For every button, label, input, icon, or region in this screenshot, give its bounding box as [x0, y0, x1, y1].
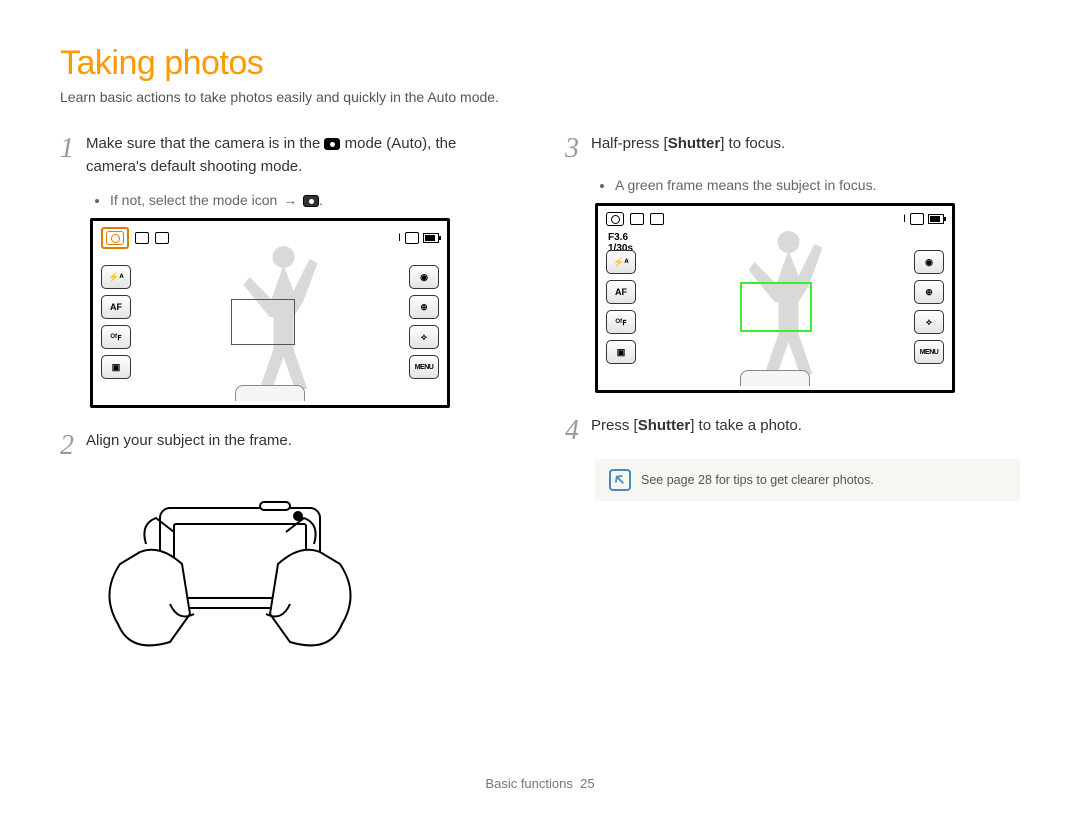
f-number: F3.6 — [608, 232, 633, 243]
step1-pre: Make sure that the camera is in the — [86, 135, 324, 152]
step1-bullet-post: . — [319, 192, 323, 208]
battery-icon-2 — [928, 214, 944, 224]
rec-button-icon-2: ◉ — [914, 250, 944, 274]
step-1: 1 Make sure that the camera is in the mo… — [60, 133, 515, 178]
step-number-4: 4 — [565, 415, 591, 445]
step4-a: Press [ — [591, 417, 638, 434]
step-2: 2 Align your subject in the frame. — [60, 430, 515, 460]
mode-icon-highlighted — [101, 227, 129, 249]
off-button-icon-2: ᴼᶠꜰ — [606, 310, 636, 334]
sd-icon-2 — [910, 213, 924, 225]
display-button-icon-2: ▣ — [606, 340, 636, 364]
step-number-1: 1 — [60, 133, 86, 178]
sd-icon — [405, 232, 419, 244]
menu-button-icon-2: MENU — [914, 340, 944, 364]
globe-button-icon: ⊕ — [409, 295, 439, 319]
step-number-3: 3 — [565, 133, 591, 163]
lcd-left-buttons-2: ⚡ᴬ AF ᴼᶠꜰ ▣ — [606, 250, 636, 364]
lcd-tray-icon-2 — [740, 370, 810, 386]
display-button-icon: ▣ — [101, 355, 131, 379]
hands-holding-camera-illustration — [100, 474, 360, 674]
step-3-bullets: A green frame means the subject in focus… — [597, 177, 1020, 193]
wifi-button-icon: ⟡ — [409, 325, 439, 349]
camera-mode-icon-small — [303, 195, 319, 207]
top-icon-3b — [650, 213, 664, 225]
step3-bullet: A green frame means the subject in focus… — [615, 177, 1020, 193]
step1-bullet: If not, select the mode icon → . — [110, 192, 515, 208]
flash-button-icon: ⚡ᴬ — [101, 265, 131, 289]
rec-button-icon: ◉ — [409, 265, 439, 289]
footer-page-number: 25 — [580, 776, 594, 791]
arrow-icon: → — [283, 192, 297, 208]
step-1-bullets: If not, select the mode icon → . — [92, 192, 515, 208]
step3-b: Shutter — [668, 135, 721, 152]
top-i-label-2: I — [903, 213, 906, 225]
step-2-text: Align your subject in the frame. — [86, 430, 515, 460]
step-1-text: Make sure that the camera is in the mode… — [86, 133, 515, 178]
top-icon-2 — [135, 232, 149, 244]
menu-button-icon: MENU — [409, 355, 439, 379]
globe-button-icon-2: ⊕ — [914, 280, 944, 304]
top-i-label: I — [398, 232, 401, 244]
wifi-button-icon-2: ⟡ — [914, 310, 944, 334]
step4-c: ] to take a photo. — [690, 417, 802, 434]
two-column-layout: 1 Make sure that the camera is in the mo… — [60, 133, 1020, 674]
page-title: Taking photos — [60, 44, 1020, 83]
camera-mode-icon — [324, 138, 340, 150]
camera-lcd-illustration-1: I ⚡ᴬ AF ᴼᶠꜰ ▣ ◉ ⊕ ⟡ MENU — [90, 218, 450, 408]
lcd-tray-icon — [235, 385, 305, 401]
off-button-icon: ᴼᶠꜰ — [101, 325, 131, 349]
step-3: 3 Half-press [Shutter] to focus. — [565, 133, 1020, 163]
step-3-text: Half-press [Shutter] to focus. — [591, 133, 1020, 163]
note-text: See page 28 for tips to get clearer phot… — [641, 473, 874, 487]
flash-button-icon-2: ⚡ᴬ — [606, 250, 636, 274]
step-4-text: Press [Shutter] to take a photo. — [591, 415, 1020, 445]
step-4: 4 Press [Shutter] to take a photo. — [565, 415, 1020, 445]
left-column: 1 Make sure that the camera is in the mo… — [60, 133, 515, 674]
lcd-left-buttons: ⚡ᴬ AF ᴼᶠꜰ ▣ — [101, 265, 131, 379]
right-column: 3 Half-press [Shutter] to focus. A green… — [565, 133, 1020, 674]
page-footer: Basic functions 25 — [0, 776, 1080, 791]
top-icon-2b — [630, 213, 644, 225]
step1-bullet-pre: If not, select the mode icon — [110, 192, 281, 208]
top-icon-3 — [155, 232, 169, 244]
tip-note: See page 28 for tips to get clearer phot… — [595, 459, 1020, 501]
camera-lcd-illustration-2: I F3.6 1/30s ⚡ᴬ AF ᴼᶠꜰ ▣ ◉ ⊕ — [595, 203, 955, 393]
footer-section: Basic functions — [485, 776, 572, 791]
step4-b: Shutter — [638, 417, 691, 434]
af-button-icon: AF — [101, 295, 131, 319]
step3-c: ] to focus. — [720, 135, 785, 152]
focus-frame-green — [740, 282, 812, 332]
lcd-right-buttons-2: ◉ ⊕ ⟡ MENU — [914, 250, 944, 364]
step-number-2: 2 — [60, 430, 86, 460]
camera-icon — [106, 231, 124, 245]
page-subtitle: Learn basic actions to take photos easil… — [60, 89, 1020, 105]
camera-icon-2 — [606, 212, 624, 226]
af-button-icon-2: AF — [606, 280, 636, 304]
lcd-right-buttons: ◉ ⊕ ⟡ MENU — [409, 265, 439, 379]
focus-frame-gray — [231, 299, 295, 345]
step3-a: Half-press [ — [591, 135, 668, 152]
note-icon — [609, 469, 631, 491]
battery-icon — [423, 233, 439, 243]
